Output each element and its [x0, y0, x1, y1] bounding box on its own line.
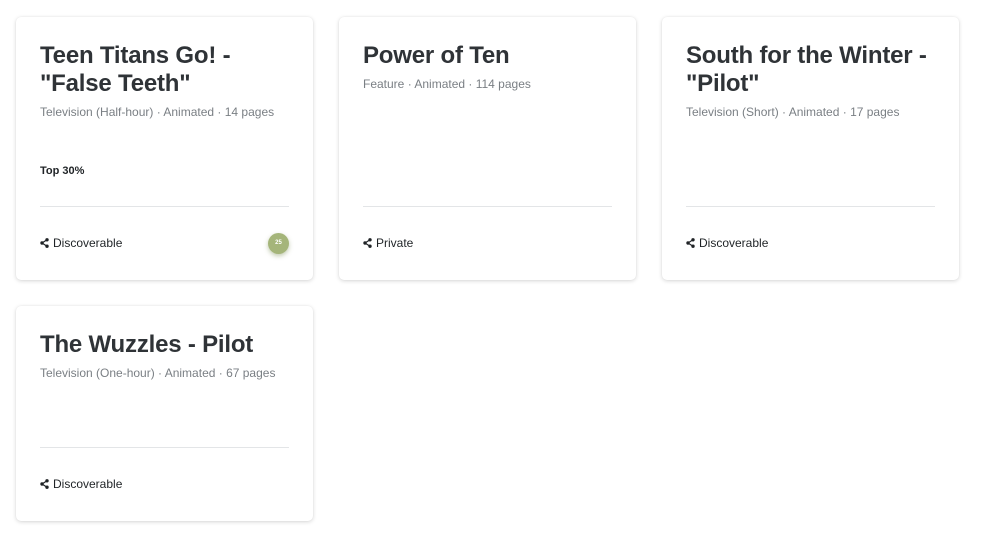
project-card[interactable]: The Wuzzles - Pilot Television (One-hour…: [16, 306, 313, 521]
project-title[interactable]: The Wuzzles - Pilot: [40, 331, 295, 359]
project-card[interactable]: Power of Ten Feature · Animated · 114 pa…: [339, 17, 636, 280]
rank-label: Top 30%: [40, 165, 85, 177]
card-divider: [686, 206, 935, 207]
project-card[interactable]: Teen Titans Go! - "False Teeth" Televisi…: [16, 17, 313, 280]
visibility-label: Private: [376, 236, 414, 250]
visibility-toggle[interactable]: Private: [363, 236, 413, 250]
project-title[interactable]: Power of Ten: [363, 42, 618, 70]
share-icon: [686, 238, 695, 248]
project-card[interactable]: South for the Winter - "Pilot" Televisio…: [662, 17, 959, 280]
share-icon: [363, 238, 372, 248]
project-meta: Television (Short) · Animated · 17 pages: [686, 105, 900, 119]
visibility-toggle[interactable]: Discoverable: [40, 236, 122, 250]
score-badge: 25: [268, 232, 289, 254]
visibility-toggle[interactable]: Discoverable: [686, 236, 768, 250]
visibility-label: Discoverable: [53, 236, 123, 250]
visibility-toggle[interactable]: Discoverable: [40, 477, 122, 491]
project-grid: Teen Titans Go! - "False Teeth" Televisi…: [0, 0, 1000, 534]
share-icon: [40, 479, 49, 489]
card-footer: Discoverable: [40, 474, 289, 494]
project-meta: Feature · Animated · 114 pages: [363, 77, 531, 91]
project-title[interactable]: South for the Winter - "Pilot": [686, 42, 941, 98]
visibility-label: Discoverable: [699, 236, 769, 250]
card-divider: [40, 206, 289, 207]
visibility-label: Discoverable: [53, 477, 123, 491]
card-footer: Discoverable: [686, 233, 935, 253]
project-title[interactable]: Teen Titans Go! - "False Teeth": [40, 42, 295, 98]
card-footer: Private: [363, 233, 612, 253]
share-icon: [40, 238, 49, 248]
card-divider: [40, 447, 289, 448]
project-meta: Television (One-hour) · Animated · 67 pa…: [40, 366, 276, 380]
card-divider: [363, 206, 612, 207]
card-footer: Discoverable 25: [40, 232, 289, 254]
project-meta: Television (Half-hour) · Animated · 14 p…: [40, 105, 275, 119]
